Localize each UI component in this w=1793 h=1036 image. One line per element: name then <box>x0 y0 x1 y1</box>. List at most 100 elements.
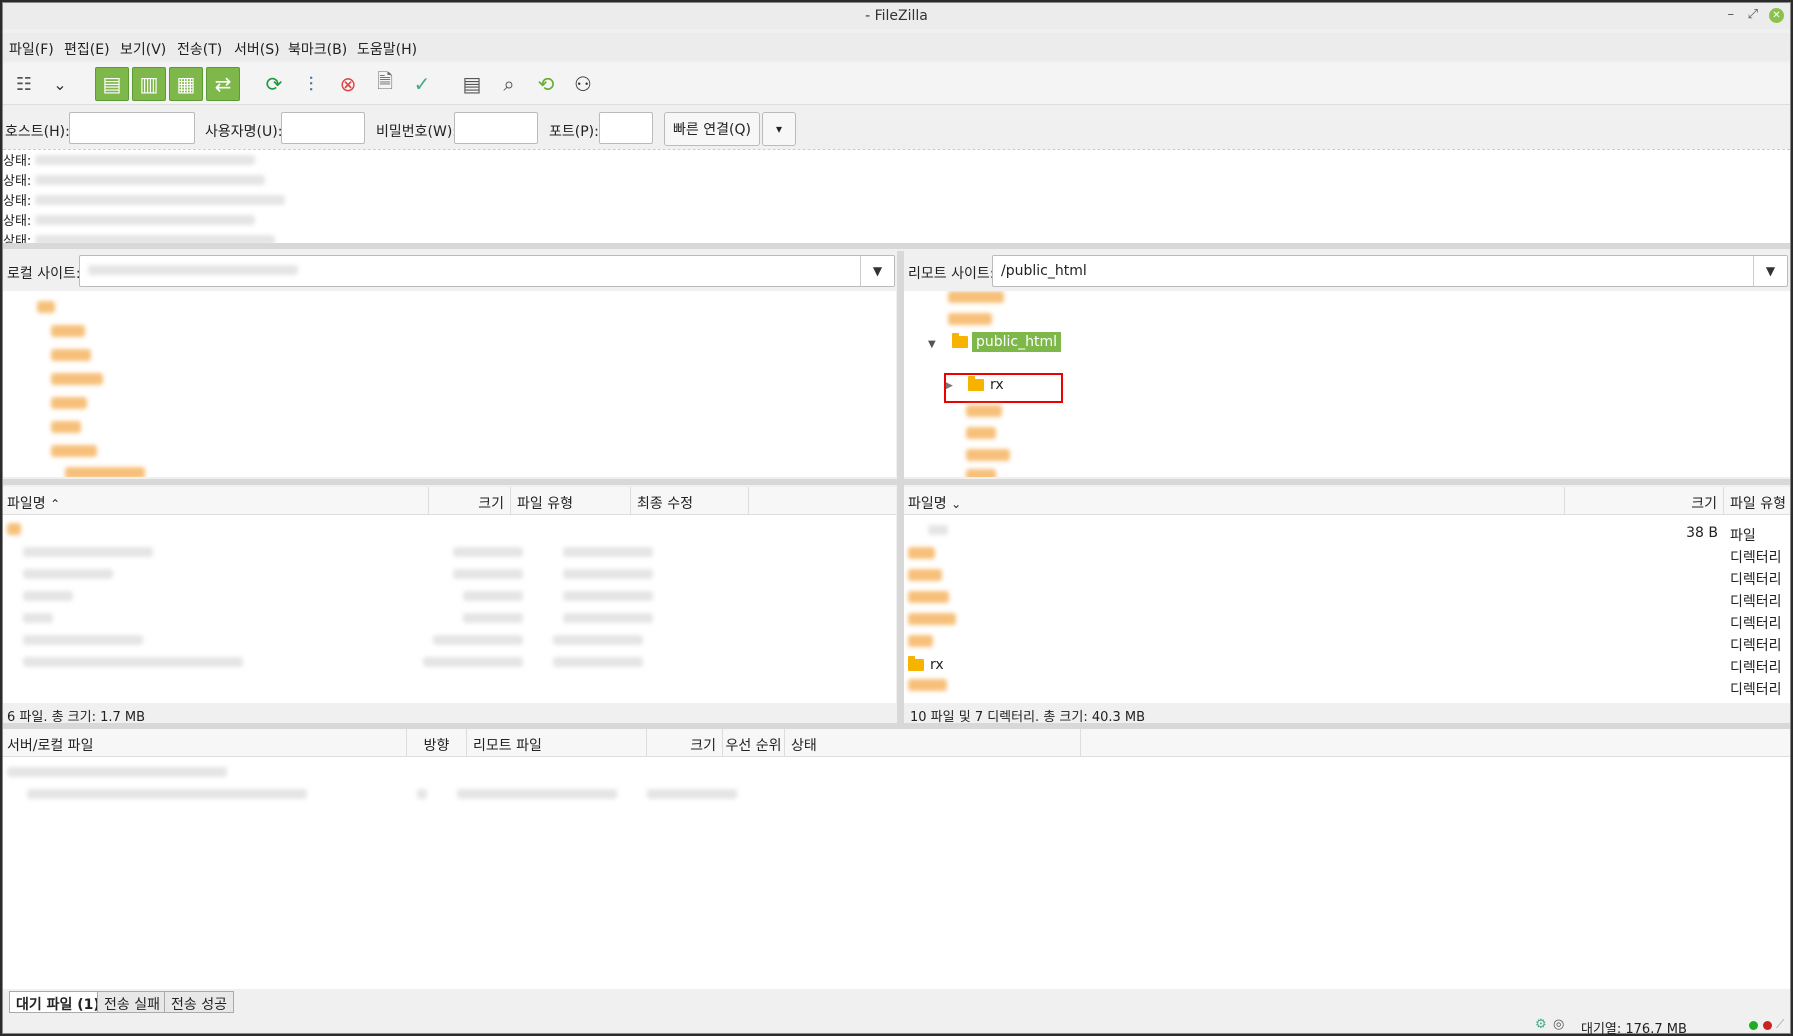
local-path-combo[interactable]: ▼ <box>79 255 895 287</box>
menu-bookmark[interactable]: 북마크(B) <box>288 39 347 59</box>
status-bar: ⚙ ◎ 대기열: 176.7 MB ⟋ <box>3 1015 1790 1036</box>
col-type[interactable]: 파일 유형 <box>1724 487 1790 515</box>
pass-label: 비밀번호(W): <box>376 124 458 140</box>
chevron-down-icon[interactable]: ▼ <box>860 256 894 286</box>
filezilla-window: - FileZilla – ⤢ ✕ 파일(F) 편집(E) 보기(V) 전송(T… <box>2 2 1791 1036</box>
list-item[interactable] <box>3 567 896 587</box>
list-item[interactable] <box>3 523 896 543</box>
menu-edit[interactable]: 편집(E) <box>64 39 110 59</box>
log-prefix: 상태: <box>3 174 32 189</box>
remote-site-bar: 리모트 사이트: /public_html ▼ <box>904 251 1790 289</box>
toggle-local-tree-icon[interactable]: ▥ <box>132 67 166 101</box>
tab-queued[interactable]: 대기 파일 (1) <box>9 991 107 1013</box>
list-item[interactable]: 디렉터리 <box>904 589 1790 610</box>
tree-node-public-html[interactable]: public_html <box>952 331 1062 353</box>
file-type: 디렉터리 <box>1730 682 1782 698</box>
list-item[interactable]: 디렉터리 <box>904 611 1790 632</box>
local-tree <box>3 291 896 477</box>
reconnect-icon[interactable]: ✓ <box>405 67 439 101</box>
chevron-down-icon[interactable]: ▼ <box>1753 256 1787 286</box>
site-manager-icon[interactable]: ☷ <box>7 67 41 101</box>
queue-row[interactable] <box>3 787 1790 807</box>
dropdown-icon[interactable]: ⌄ <box>43 67 77 101</box>
file-type: 파일 <box>1730 528 1756 544</box>
message-log: 상태: 상태: 상태: 상태: 상태: <box>3 149 1790 243</box>
port-input[interactable] <box>599 112 653 144</box>
pass-input[interactable] <box>454 112 538 144</box>
folder-icon <box>952 333 968 348</box>
list-item[interactable]: 38 B 파일 <box>904 523 1790 544</box>
list-item[interactable]: 디렉터리 <box>904 567 1790 588</box>
col-modified[interactable]: 최종 수정 <box>631 487 749 515</box>
menu-file[interactable]: 파일(F) <box>9 39 54 59</box>
remote-site-label: 리모트 사이트: <box>908 266 995 282</box>
list-item[interactable]: 디렉터리 <box>904 677 1790 698</box>
cancel-icon[interactable]: ⊗ <box>331 67 365 101</box>
remote-path-combo[interactable]: /public_html ▼ <box>992 255 1788 287</box>
chevron-up-icon: ⌃ <box>50 497 61 511</box>
search-icon[interactable]: ⟲ <box>529 67 563 101</box>
folder-icon <box>908 656 924 671</box>
local-file-list: 파일명 ⌃ 크기 파일 유형 최종 수정 <box>3 487 896 703</box>
file-type: 디렉터리 <box>1730 572 1782 588</box>
list-item[interactable] <box>3 633 896 653</box>
quickconnect-dropdown-icon[interactable]: ▾ <box>762 112 796 146</box>
host-input[interactable] <box>69 112 195 144</box>
connection-led-icon <box>1749 1021 1758 1030</box>
vertical-splitter[interactable] <box>897 251 904 723</box>
col-status[interactable]: 상태 <box>785 729 1081 757</box>
user-label: 사용자명(U): <box>205 124 283 140</box>
col-filename[interactable]: 파일명 ⌄ <box>904 487 1565 515</box>
refresh-icon[interactable]: ⟳ <box>257 67 291 101</box>
list-item[interactable]: 디렉터리 <box>904 545 1790 566</box>
compare-icon[interactable]: ▤ <box>455 67 489 101</box>
tab-failed[interactable]: 전송 실패 <box>97 991 167 1013</box>
minimize-icon[interactable]: – <box>1728 7 1735 22</box>
col-remote-file[interactable]: 리모트 파일 <box>467 729 647 757</box>
transfer-queue: 서버/로컬 파일 방향 리모트 파일 크기 우선 순위 상태 <box>3 729 1790 989</box>
col-size[interactable]: 크기 <box>429 487 511 515</box>
list-item[interactable]: 디렉터리 <box>904 633 1790 654</box>
list-item[interactable] <box>3 611 896 631</box>
col-size[interactable]: 크기 <box>647 729 723 757</box>
local-site-bar: 로컬 사이트: ▼ <box>3 251 897 289</box>
list-item[interactable] <box>3 545 896 565</box>
file-type: 디렉터리 <box>1730 594 1782 610</box>
sync-browse-icon[interactable]: ⌕ <box>492 67 526 101</box>
menu-view[interactable]: 보기(V) <box>120 39 166 59</box>
close-icon[interactable]: ✕ <box>1769 8 1784 23</box>
filter-icon[interactable]: ⫶ <box>294 67 328 101</box>
menu-help[interactable]: 도움말(H) <box>357 39 417 59</box>
menu-transfer[interactable]: 전송(T) <box>177 39 222 59</box>
tree-expand-icon[interactable]: ▼ <box>928 339 936 350</box>
tab-successful[interactable]: 전송 성공 <box>164 991 234 1013</box>
col-type[interactable]: 파일 유형 <box>511 487 631 515</box>
col-direction[interactable]: 방향 <box>407 729 467 757</box>
log-prefix: 상태: <box>3 234 32 243</box>
queue-row[interactable] <box>3 765 1790 785</box>
user-input[interactable] <box>281 112 365 144</box>
activity-led-icon <box>1763 1021 1772 1030</box>
list-item[interactable] <box>3 589 896 609</box>
menu-bar: 파일(F) 편집(E) 보기(V) 전송(T) 서버(S) 북마크(B) 도움말… <box>3 33 1790 61</box>
restore-icon[interactable]: ⤢ <box>1748 7 1758 22</box>
resize-grip-icon[interactable]: ⟋ <box>1776 1017 1784 1032</box>
col-size[interactable]: 크기 <box>1565 487 1724 515</box>
toggle-remote-tree-icon[interactable]: ▦ <box>169 67 203 101</box>
find-icon[interactable]: ⚇ <box>566 67 600 101</box>
col-filename[interactable]: 파일명 ⌃ <box>3 487 429 515</box>
quickconnect-button[interactable]: 빠른 연결(Q) <box>664 112 760 146</box>
file-name <box>908 547 935 559</box>
log-prefix: 상태: <box>3 154 32 169</box>
toggle-log-icon[interactable]: ▤ <box>95 67 129 101</box>
chevron-down-icon: ⌄ <box>951 497 962 511</box>
disconnect-icon[interactable]: 🗎 <box>368 67 402 101</box>
file-name <box>908 591 949 603</box>
col-priority[interactable]: 우선 순위 <box>723 729 785 757</box>
col-local-file[interactable]: 서버/로컬 파일 <box>3 729 407 757</box>
list-item[interactable]: rx 디렉터리 <box>904 655 1790 676</box>
toggle-queue-icon[interactable]: ⇄ <box>206 67 240 101</box>
log-splitter[interactable] <box>3 243 1790 249</box>
menu-server[interactable]: 서버(S) <box>234 39 280 59</box>
list-item[interactable] <box>3 655 896 675</box>
